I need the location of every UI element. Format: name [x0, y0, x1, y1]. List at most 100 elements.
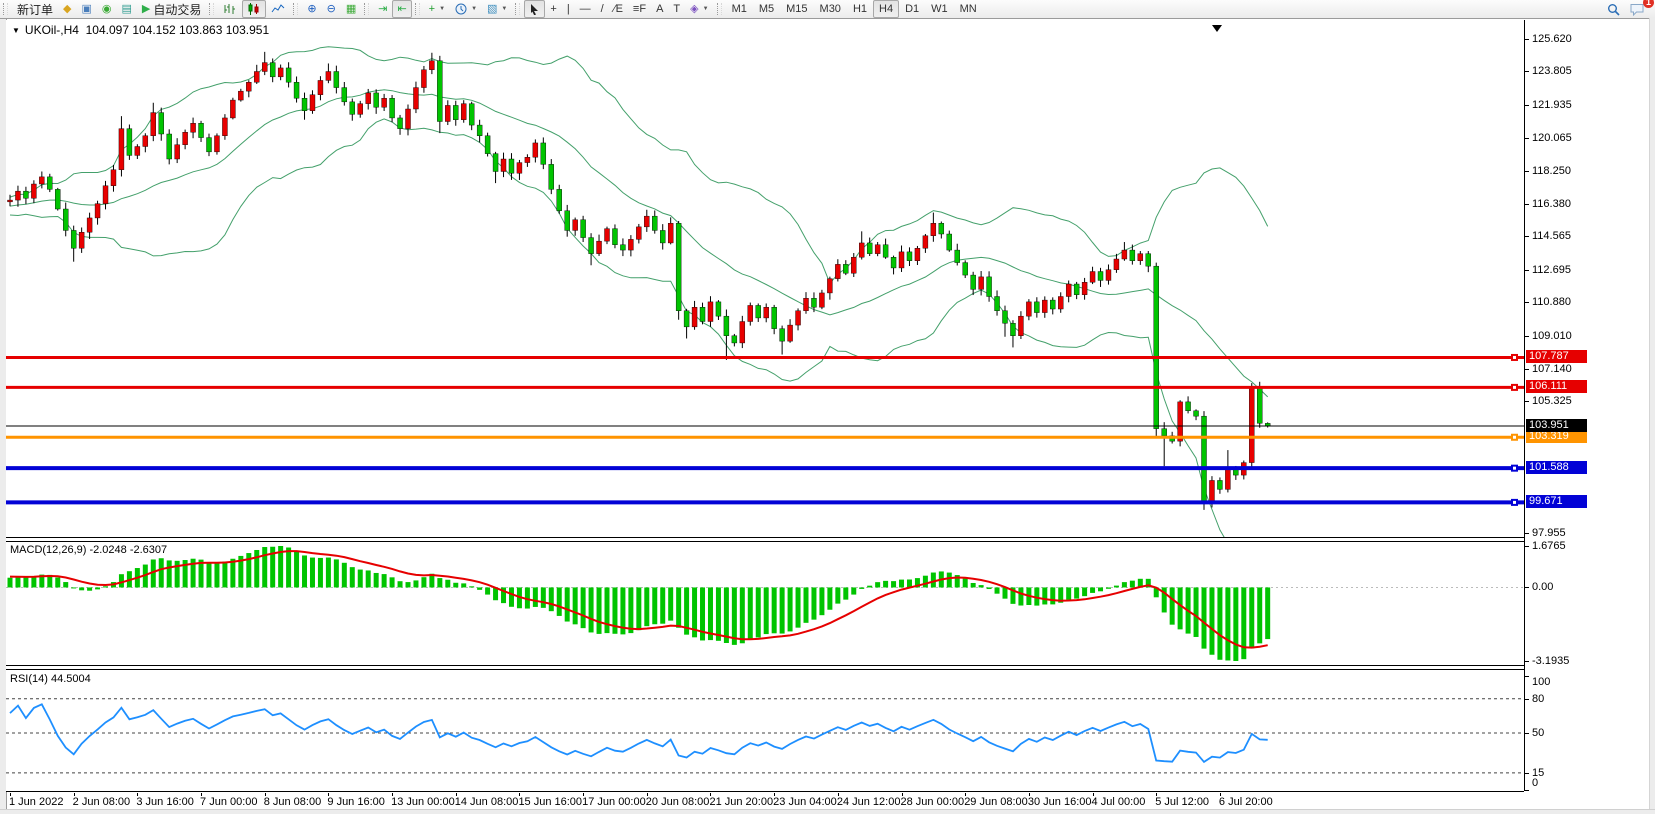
virtual-hosting-icon[interactable]: ▣	[76, 0, 96, 18]
macd-histogram-bar	[71, 587, 76, 588]
timeframe-button-h1[interactable]: H1	[847, 0, 873, 18]
macd-panel-canvas[interactable]	[6, 542, 1524, 665]
macd-histogram-bar	[748, 587, 753, 639]
timeframe-button-m1[interactable]: M1	[726, 0, 753, 18]
timeframe-button-d1[interactable]: D1	[899, 0, 925, 18]
candle-body	[939, 223, 944, 234]
news-icon[interactable]: ▤	[117, 0, 137, 18]
toolbar-drag-handle[interactable]	[364, 3, 369, 15]
indicators-button[interactable]: +▼	[424, 0, 450, 18]
trendline-icon[interactable]: /	[596, 0, 609, 18]
cursor-icon[interactable]	[524, 0, 545, 18]
new-order-button[interactable]: 新订单	[12, 0, 58, 18]
candle-body	[119, 129, 124, 170]
price-tick-label: 121.935	[1532, 99, 1572, 111]
fibonacci-icon[interactable]: ≡F	[628, 0, 651, 18]
candle-body	[1010, 323, 1015, 336]
vertical-line-icon[interactable]: |	[562, 0, 575, 18]
candle-body	[71, 230, 76, 248]
text-icon[interactable]: A	[651, 0, 668, 18]
timeframe-button-w1[interactable]: W1	[925, 0, 954, 18]
macd-histogram-bar	[899, 580, 904, 588]
candlestick-chart-icon[interactable]	[242, 0, 266, 18]
axis-tick	[1525, 790, 1529, 791]
macd-histogram-bar	[509, 587, 514, 606]
candle-body	[1026, 302, 1031, 316]
market-icon[interactable]: ◆	[58, 0, 76, 18]
autotrading-button[interactable]: ▶自动交易	[137, 0, 206, 18]
hline-price-badge[interactable]: 99.671	[1526, 495, 1587, 508]
equidistant-channel-icon[interactable]: ∕E	[609, 0, 628, 18]
line-chart-icon[interactable]	[266, 0, 290, 18]
toolbar-drag-handle[interactable]	[515, 3, 520, 15]
timeframe-button-m15[interactable]: M15	[780, 0, 813, 18]
candle-body	[541, 143, 546, 164]
main-chart-canvas[interactable]	[6, 20, 1524, 537]
macd-histogram-bar	[819, 587, 824, 615]
hline-price-badge[interactable]: 106.111	[1526, 380, 1587, 393]
time-tick-label: 21 Jun 20:00	[709, 796, 773, 808]
templates-button[interactable]: ▧▼	[482, 0, 512, 18]
macd-histogram-bar	[541, 587, 546, 607]
auto-scroll-icon[interactable]: ⇥	[373, 0, 392, 18]
macd-histogram-bar	[294, 551, 299, 588]
macd-histogram-bar	[581, 587, 586, 628]
hline-price-badge[interactable]: 103.319	[1526, 430, 1587, 443]
toolbar-drag-handle[interactable]	[209, 3, 214, 15]
text-label-icon[interactable]: T	[668, 0, 685, 18]
time-tick-label: 7 Jun 00:00	[200, 796, 258, 808]
chart-shift-marker[interactable]	[1212, 25, 1222, 32]
hline-price-badge[interactable]: 101.588	[1526, 461, 1587, 474]
crosshair-icon[interactable]: +	[545, 0, 561, 18]
rsi-panel-canvas[interactable]	[6, 670, 1524, 791]
macd-histogram-bar	[421, 577, 426, 587]
candle-body	[947, 234, 952, 250]
price-tick-label: 120.065	[1532, 132, 1572, 144]
tile-windows-icon[interactable]: ▦	[341, 0, 361, 18]
toolbar-drag-handle[interactable]	[415, 3, 420, 15]
candle-body	[1130, 250, 1135, 261]
macd-histogram-bar	[796, 587, 801, 627]
search-icon[interactable]	[1602, 0, 1625, 18]
candle-body	[1018, 316, 1023, 336]
toolbar-drag-handle[interactable]	[717, 3, 722, 15]
signals-icon[interactable]: ◉	[97, 0, 117, 18]
toolbar-drag-handle[interactable]	[293, 3, 298, 15]
candle-body	[955, 250, 960, 263]
candle-body	[684, 311, 689, 327]
arrows-icon[interactable]: ◈▼	[685, 0, 713, 18]
candle-body	[652, 216, 657, 230]
timeframe-button-h4[interactable]: H4	[873, 0, 899, 18]
time-axis[interactable]: 1 Jun 20222 Jun 08:003 Jun 16:007 Jun 00…	[6, 791, 1524, 810]
timeframe-button-mn[interactable]: MN	[954, 0, 983, 18]
axis-tick	[1525, 236, 1529, 237]
macd-histogram-bar	[931, 573, 936, 588]
bar-chart-icon[interactable]	[218, 0, 242, 18]
hline-price-badge[interactable]: 107.787	[1526, 350, 1587, 363]
candle-body	[573, 220, 578, 231]
macd-histogram-bar	[668, 587, 673, 620]
candle-body	[1225, 468, 1230, 489]
candle-body	[1257, 388, 1262, 424]
macd-histogram-bar	[1233, 587, 1238, 661]
candle-body	[246, 82, 251, 91]
candle-body	[342, 88, 347, 102]
macd-histogram-bar	[1257, 587, 1262, 643]
macd-histogram-bar	[589, 587, 594, 632]
horizontal-line-icon[interactable]: —	[575, 0, 596, 18]
notifications-icon[interactable]: 1	[1625, 0, 1649, 18]
toolbar-drag-handle[interactable]	[3, 3, 8, 15]
timeframe-button-m30[interactable]: M30	[814, 0, 847, 18]
price-axis[interactable]: 125.620123.805121.935120.065118.250116.3…	[1524, 18, 1655, 814]
zoom-in-icon[interactable]: ⊕	[302, 0, 321, 18]
macd-histogram-bar	[875, 582, 880, 587]
timeframe-button-m5[interactable]: M5	[753, 0, 780, 18]
candle-body	[1249, 388, 1254, 463]
price-tick-label: 125.620	[1532, 33, 1572, 45]
periods-button[interactable]: ▼	[450, 0, 482, 18]
macd-histogram-bar	[254, 550, 259, 587]
axis-tick	[1525, 336, 1529, 337]
zoom-out-icon[interactable]: ⊖	[322, 0, 341, 18]
chart-shift-icon[interactable]: ⇤	[392, 0, 411, 18]
collapse-ohlc-icon[interactable]: ▼	[12, 26, 20, 35]
